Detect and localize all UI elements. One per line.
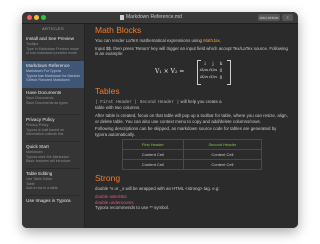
paragraph: Typora recommends to use ** symbol.: [95, 205, 170, 211]
close-window-button[interactable]: [27, 15, 32, 20]
document-icon: [120, 15, 124, 20]
strong-example: double asterisks: [95, 193, 127, 199]
matrix-cell: 0: [219, 74, 223, 80]
matrix-cell: k: [219, 60, 223, 66]
sidebar-item-title: Use Images in Typora: [26, 198, 71, 203]
matrix-cell: j: [212, 60, 214, 66]
add-article-button[interactable]: Add Article: [258, 14, 280, 21]
heading-tables: Tables: [95, 85, 120, 96]
table-header-cell[interactable]: First Header: [121, 139, 185, 151]
table-cell[interactable]: Content Cell: [121, 149, 185, 161]
matrix-cell: 0: [219, 67, 223, 73]
paragraph: You can render LaTeX mathematical expres…: [95, 38, 222, 43]
sidebar-item-quick-start[interactable]: Quick Start Markdown Typora uses the Mar…: [22, 142, 84, 169]
sidebar-item-excerpt: Save Documents as types: [26, 100, 68, 105]
inline-code: | First Header | Second Header |: [95, 99, 180, 105]
sidebar-item-install[interactable]: Install and See Preview Tooltips Type in…: [22, 34, 84, 61]
sidebar-item-excerpt: GitHub Flavored Markdown: [26, 78, 70, 83]
sidebar-header: ARTICLES: [42, 26, 64, 31]
markdown-table[interactable]: First Header Second Header Content Cell …: [121, 139, 262, 171]
paragraph: After table is created, focus on that ta…: [95, 112, 288, 124]
sidebar-item-excerpt: or use markdown preview mode: [26, 51, 77, 56]
paragraph: Input $$, then press 'Return' key will t…: [95, 45, 288, 57]
heading-math-blocks: Math Blocks: [95, 25, 142, 35]
table-cell[interactable]: Content Cell: [183, 159, 262, 171]
table-header-cell[interactable]: Second Header: [183, 139, 262, 151]
title-bar: Markdown Reference.md Add Article ≡: [22, 12, 298, 24]
sidebar-item-privacy-policy[interactable]: Privacy Policy Privacy Policy Typora is …: [22, 115, 84, 142]
mathjax-link[interactable]: MathJax: [203, 38, 220, 43]
sidebar-item-markdown-reference[interactable]: Markdown Reference Markdown For Typora T…: [22, 61, 84, 88]
sidebar-item-excerpt: Basic features will introduce: [26, 159, 71, 164]
minimize-window-button[interactable]: [34, 15, 39, 20]
sidebar-item-excerpt: information collects this: [26, 132, 64, 137]
matrix-bracket-right: [227, 59, 231, 85]
sidebar-item-excerpt: Add a row in a table: [26, 186, 58, 191]
table-cell[interactable]: Content Cell: [121, 159, 185, 171]
window-title: Markdown Reference.md: [126, 14, 182, 20]
table-cell[interactable]: Content Cell: [183, 149, 262, 161]
sidebar: ARTICLES Install and See Preview Tooltip…: [22, 24, 85, 228]
paragraph: double *s or _s will be wrapped with an …: [95, 186, 220, 192]
menu-icon[interactable]: ≡: [282, 14, 293, 21]
table-row: Content Cell Content Cell: [121, 149, 262, 161]
math-expression: V₁ × V₂ =: [155, 67, 185, 75]
math-block[interactable]: V₁ × V₂ = i j k ∂X/∂u ∂Y/∂u 0 ∂X/∂v ∂Y/∂…: [95, 59, 288, 85]
matrix-cell: i: [204, 60, 206, 66]
sidebar-item-use-images[interactable]: Use Images in Typora: [22, 196, 84, 210]
zoom-window-button[interactable]: [41, 15, 46, 20]
sidebar-item-have-documents[interactable]: Have Documents Save Documents Save Docum…: [22, 88, 84, 115]
app-window: Markdown Reference.md Add Article ≡ ARTI…: [22, 12, 298, 228]
strong-example: double underscores: [95, 199, 134, 205]
sidebar-item-table-editing[interactable]: Table Editing Use Table Editor Table Add…: [22, 169, 84, 196]
heading-strong: Strong: [95, 173, 121, 184]
table-row: Content Cell Content Cell: [121, 159, 262, 171]
paragraph: Following descriptions can be skipped, a…: [95, 126, 277, 137]
paragraph: | First Header | Second Header | will he…: [95, 98, 222, 111]
editor-content[interactable]: Math Blocks You can render LaTeX mathema…: [85, 24, 298, 228]
example-block: double asterisks double underscores: [95, 194, 288, 205]
